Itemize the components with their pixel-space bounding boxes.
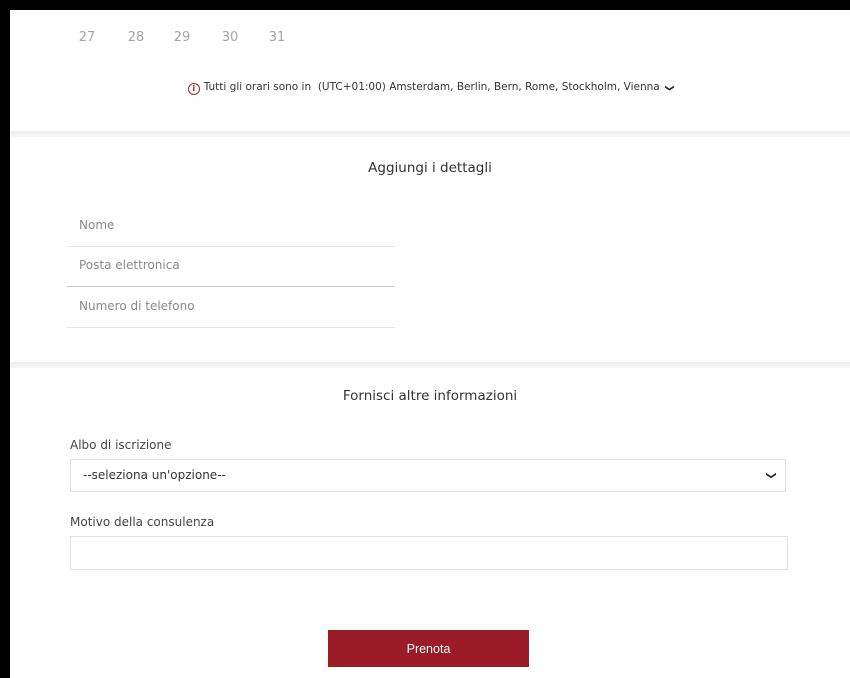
chevron-down-icon[interactable]: ❯ bbox=[661, 84, 677, 92]
name-field-row bbox=[67, 206, 395, 247]
section-divider bbox=[10, 131, 850, 137]
register-select[interactable]: --seleziona un'opzione-- ❯ bbox=[70, 459, 786, 492]
calendar-day[interactable]: 31 bbox=[262, 28, 292, 48]
email-field-row bbox=[67, 246, 395, 287]
phone-field-row bbox=[67, 287, 395, 328]
calendar-last-week: 27 28 29 30 31 bbox=[10, 28, 410, 52]
name-input[interactable] bbox=[67, 206, 389, 244]
section-divider bbox=[10, 362, 850, 368]
timezone-value[interactable]: (UTC+01:00) Amsterdam, Berlin, Bern, Rom… bbox=[318, 81, 660, 93]
reason-field[interactable] bbox=[70, 536, 788, 570]
phone-input[interactable] bbox=[67, 287, 389, 325]
more-info-section-title: Fornisci altre informazioni bbox=[342, 388, 518, 404]
timezone-notice: i Tutti gli orari sono in (UTC+01:00) Ams… bbox=[10, 79, 850, 96]
calendar-day[interactable]: 29 bbox=[167, 28, 197, 48]
timezone-selector[interactable]: (UTC+01:00) Amsterdam, Berlin, Bern, Rom… bbox=[318, 81, 674, 93]
calendar-day[interactable]: 27 bbox=[72, 28, 102, 48]
reason-label: Motivo della consulenza bbox=[70, 515, 215, 529]
calendar-day[interactable]: 28 bbox=[121, 28, 151, 48]
info-icon: i bbox=[187, 83, 200, 95]
book-button[interactable]: Prenota bbox=[328, 630, 529, 667]
timezone-prefix: Tutti gli orari sono in bbox=[203, 81, 312, 93]
email-input[interactable] bbox=[67, 246, 389, 284]
calendar-day[interactable]: 30 bbox=[215, 28, 245, 48]
register-label: Albo di iscrizione bbox=[70, 438, 172, 452]
register-selected-value[interactable]: --seleziona un'opzione-- bbox=[83, 468, 226, 482]
chevron-down-icon[interactable]: ❯ bbox=[755, 471, 786, 479]
booking-page: 27 28 29 30 31 i Tutti gli orari sono in … bbox=[10, 10, 850, 678]
reason-input[interactable] bbox=[71, 537, 787, 569]
details-section-title: Aggiungi i dettagli bbox=[368, 160, 492, 176]
